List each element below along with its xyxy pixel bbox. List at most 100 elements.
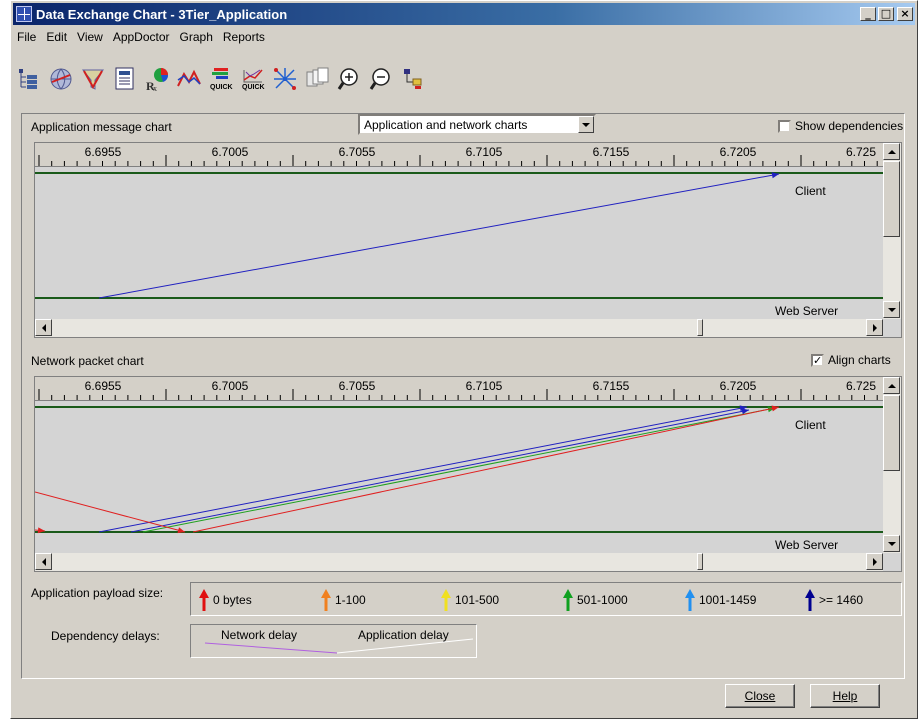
quick-graph-icon[interactable]: QUICK	[239, 65, 267, 93]
filter-icon[interactable]	[79, 65, 107, 93]
arrow-up-icon	[685, 589, 695, 611]
delay-legend: Network delay Application delay	[190, 624, 477, 658]
legend-text: 1-100	[335, 593, 366, 607]
net-client-label: Client	[795, 418, 826, 432]
app-window: Data Exchange Chart - 3Tier_Application …	[10, 0, 918, 719]
net-vertical-scrollbar[interactable]	[883, 377, 901, 553]
ruler-label: 6.7105	[465, 379, 503, 393]
app-horizontal-scrollbar[interactable]	[35, 319, 883, 337]
message-arrow[interactable]	[98, 406, 748, 533]
scroll-right-button[interactable]	[866, 553, 883, 570]
menu-graph[interactable]: Graph	[176, 30, 217, 44]
message-arrow[interactable]	[98, 173, 780, 299]
net-horizontal-scrollbar[interactable]	[35, 553, 883, 571]
svg-text:x: x	[153, 84, 157, 92]
menu-reports[interactable]: Reports	[219, 30, 269, 44]
align-charts-checkbox[interactable]: ✓	[811, 354, 824, 367]
legend-text: 0 bytes	[213, 593, 252, 607]
topology-icon[interactable]	[271, 65, 299, 93]
help-button[interactable]: Help	[810, 684, 880, 708]
menu-view[interactable]: View	[73, 30, 107, 44]
scroll-up-button[interactable]	[883, 143, 900, 160]
scroll-left-button[interactable]	[35, 553, 52, 570]
show-dependencies-checkbox[interactable]	[778, 120, 791, 133]
app-client-label: Client	[795, 184, 826, 198]
ruler-label: 6.725	[845, 379, 877, 393]
quick-label: QUICK	[242, 84, 265, 91]
zoom-in-icon[interactable]	[335, 65, 363, 93]
delay-legend-label: Dependency delays:	[51, 629, 160, 643]
close-button-label: Close	[744, 689, 776, 703]
zoom-out-icon[interactable]	[367, 65, 395, 93]
title-bar[interactable]: Data Exchange Chart - 3Tier_Application …	[13, 3, 915, 25]
toolbar: Rx QUICK QUICK	[15, 59, 913, 99]
scroll-left-button[interactable]	[35, 319, 52, 336]
quick-label: QUICK	[210, 84, 233, 91]
summary-table-icon[interactable]	[111, 65, 139, 93]
minimize-button[interactable]: _	[860, 7, 876, 21]
chart-panel: Application message chart Application an…	[21, 113, 905, 708]
message-arrow[interactable]	[192, 406, 780, 533]
scroll-thumb[interactable]	[883, 395, 900, 471]
message-arrow[interactable]	[142, 407, 776, 533]
legend-item: 101-500	[441, 589, 499, 611]
network-nodes-icon[interactable]	[399, 65, 427, 93]
legend-text: 101-500	[455, 593, 500, 607]
chart-view-select[interactable]: Application and network charts	[358, 114, 596, 135]
chevron-down-icon[interactable]	[578, 116, 594, 133]
close-window-button[interactable]: ×	[897, 7, 913, 21]
network-globe-icon[interactable]	[47, 65, 75, 93]
ruler-label: 6.7055	[338, 379, 376, 393]
scroll-right-button[interactable]	[866, 319, 883, 336]
payload-legend: 0 bytes 1-100 101-500 501-1000 1001-1459…	[190, 582, 902, 616]
ruler-label: 6.725	[845, 145, 877, 159]
ruler-label: 6.7055	[338, 145, 376, 159]
delay-lines	[204, 638, 474, 654]
app-server-label: Web Server	[775, 304, 839, 318]
time-ruler: 6.6955 6.7005 6.7055 6.7105 6.7155 6.720…	[35, 377, 883, 401]
scroll-down-button[interactable]	[883, 301, 900, 318]
copy-icon[interactable]	[303, 65, 331, 93]
scroll-thumb[interactable]	[697, 319, 703, 336]
chart-view-value: Application and network charts	[364, 118, 528, 132]
ruler-label: 6.7155	[592, 145, 630, 159]
window-title: Data Exchange Chart - 3Tier_Application	[36, 6, 288, 22]
help-button-label: Help	[832, 689, 858, 703]
arrow-up-icon	[563, 589, 573, 611]
ruler-label: 6.6955	[84, 145, 122, 159]
ruler-label: 6.7005	[211, 379, 249, 393]
legend-item: 1-100	[321, 589, 366, 611]
legend-text: 1001-1459	[699, 593, 757, 607]
diagnosis-icon[interactable]: Rx	[143, 65, 171, 93]
quick-bar-icon[interactable]: QUICK	[207, 65, 235, 93]
ruler-label: 6.7105	[465, 145, 503, 159]
payload-legend-label: Application payload size:	[31, 586, 164, 600]
network-packet-arrows	[35, 405, 780, 534]
network-delay-line	[204, 642, 338, 654]
scroll-thumb[interactable]	[883, 161, 900, 237]
tree-view-icon[interactable]	[15, 65, 43, 93]
scroll-up-button[interactable]	[883, 377, 900, 394]
app-icon	[16, 6, 32, 22]
menu-appdoctor[interactable]: AppDoctor	[109, 30, 174, 44]
close-button[interactable]: Close	[725, 684, 795, 708]
net-server-label: Web Server	[775, 538, 839, 552]
message-arrow[interactable]	[130, 409, 750, 533]
arrow-up-icon	[199, 589, 209, 611]
message-arrow[interactable]	[35, 491, 186, 533]
scroll-down-button[interactable]	[883, 535, 900, 552]
app-vertical-scrollbar[interactable]	[883, 143, 901, 319]
scroll-thumb[interactable]	[697, 553, 703, 570]
maximize-button[interactable]: □	[878, 7, 894, 21]
menu-file[interactable]: File	[13, 30, 40, 44]
menu-edit[interactable]: Edit	[42, 30, 71, 44]
app-message-chart: 6.6955 6.7005 6.7055 6.7105 6.7155 6.720…	[34, 142, 902, 338]
ruler-label: 6.7005	[211, 145, 249, 159]
graph-icon[interactable]	[175, 65, 203, 93]
ruler-label: 6.7155	[592, 379, 630, 393]
time-ruler: 6.6955 6.7005 6.7055 6.7105 6.7155 6.720…	[35, 143, 883, 167]
legend-text: >= 1460	[819, 593, 864, 607]
legend-item: 501-1000	[563, 589, 628, 611]
app-plot	[35, 172, 883, 299]
ruler-label: 6.7205	[719, 379, 757, 393]
